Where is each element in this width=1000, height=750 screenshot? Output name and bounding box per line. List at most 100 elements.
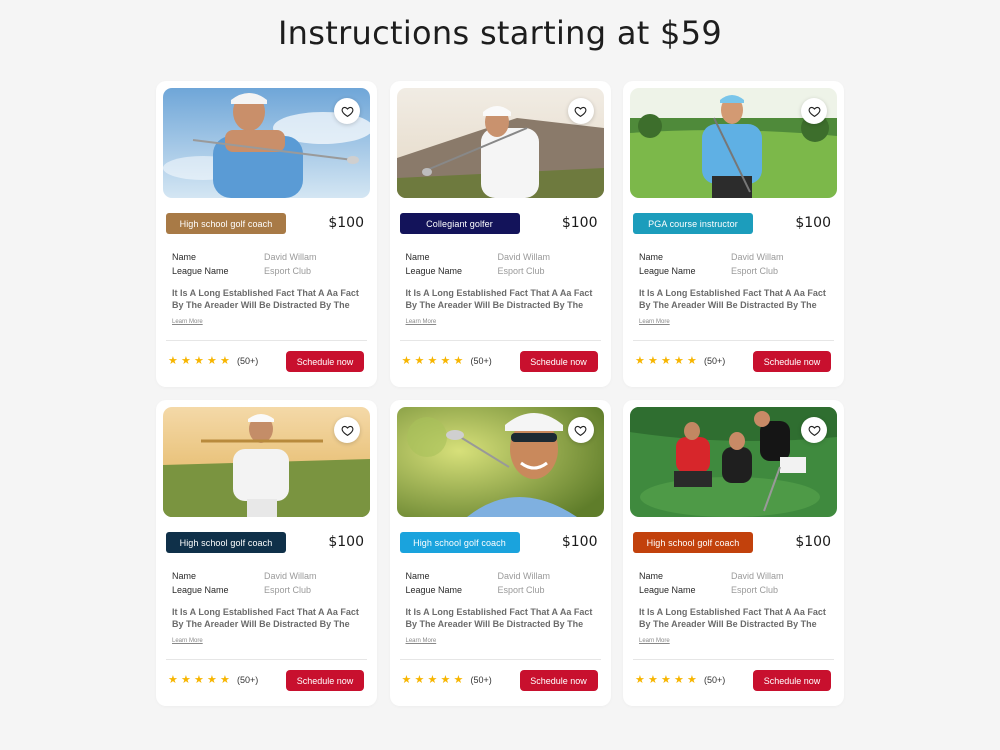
coach-type-badge: High school golf coach [166, 213, 286, 234]
star-icon: ★ [220, 673, 230, 686]
league-value: Esport Club [497, 266, 545, 276]
review-count: (50+) [470, 674, 492, 685]
schedule-button[interactable]: Schedule now [286, 670, 364, 691]
star-icon: ★ [414, 673, 425, 686]
review-count: (50+) [470, 355, 492, 366]
league-label: League Name [405, 266, 463, 276]
heart-icon [808, 106, 820, 117]
star-rating: ★ ★ ★ ★ ★ (50+) [402, 355, 492, 366]
star-icon: ★ [635, 354, 645, 367]
learn-more-link[interactable]: Learn More [406, 319, 437, 325]
price: $100 [561, 215, 598, 231]
coach-info: Name David Willam League Name Esport Club [406, 250, 596, 278]
coach-type-badge: High school golf coach [399, 532, 520, 553]
coach-photo [630, 88, 837, 198]
favorite-button[interactable] [567, 98, 594, 124]
name-label: Name [172, 252, 197, 262]
league-value: Esport Club [497, 585, 545, 595]
learn-more-link[interactable]: Learn More [172, 638, 203, 644]
description: It Is A Long Established Fact That A Aa … [639, 288, 826, 310]
divider [399, 659, 601, 660]
schedule-button[interactable]: Schedule now [753, 670, 831, 691]
schedule-button[interactable]: Schedule now [286, 351, 364, 372]
schedule-button[interactable]: Schedule now [519, 670, 598, 691]
coach-photo [163, 88, 370, 198]
league-value: Esport Club [731, 266, 779, 276]
star-rating: ★ ★ ★ ★ ★ (50+) [168, 355, 258, 366]
star-icon: ★ [453, 673, 464, 686]
description: It Is A Long Established Fact That A Aa … [405, 607, 593, 629]
coach-type-badge: PGA course instructor [633, 213, 753, 234]
star-rating: ★ ★ ★ ★ ★ (50+) [402, 674, 492, 685]
price: $100 [328, 215, 364, 231]
coach-card: Collegiant golfer $100 Name David Willam … [389, 81, 611, 387]
learn-more-link[interactable]: Learn More [172, 319, 203, 325]
name-value: David Willam [731, 252, 784, 262]
divider [633, 340, 834, 341]
star-icon: ★ [181, 673, 191, 686]
divider [166, 340, 367, 341]
divider [166, 659, 367, 660]
review-count: (50+) [237, 355, 259, 366]
coach-info: Name David Willam League Name Esport Club [406, 569, 596, 597]
coach-type-badge: High school golf coach [633, 532, 753, 553]
name-value: David Willam [264, 252, 317, 262]
coach-card: High school golf coach $100 Name David Wi… [623, 400, 844, 706]
league-value: Esport Club [264, 585, 312, 595]
learn-more-link[interactable]: Learn More [639, 319, 670, 325]
schedule-button[interactable]: Schedule now [519, 351, 598, 372]
description: It Is A Long Established Fact That A Aa … [172, 288, 359, 310]
price: $100 [795, 534, 831, 550]
star-rating: ★ ★ ★ ★ ★ (50+) [635, 355, 725, 366]
description: It Is A Long Established Fact That A Aa … [405, 288, 593, 310]
star-icon: ★ [661, 673, 671, 686]
review-count: (50+) [704, 355, 726, 366]
learn-more-link[interactable]: Learn More [639, 638, 670, 644]
coach-info: Name David Willam League Name Esport Club [639, 250, 829, 278]
star-icon: ★ [648, 673, 658, 686]
coach-type-badge: High school golf coach [166, 532, 286, 553]
star-icon: ★ [635, 673, 645, 686]
star-icon: ★ [181, 354, 191, 367]
star-icon: ★ [414, 354, 425, 367]
heart-icon [574, 106, 587, 117]
page-title: Instructions starting at $59 [277, 14, 723, 52]
favorite-button[interactable] [567, 417, 594, 443]
heart-icon [574, 425, 587, 436]
coach-card: High school golf coach $100 Name David Wi… [156, 400, 377, 706]
coach-photo [630, 407, 837, 517]
star-icon: ★ [661, 354, 671, 367]
coach-grid: High school golf coach $100 Name David Wi… [156, 81, 844, 706]
coach-info: Name David Willam League Name Esport Club [172, 569, 362, 597]
favorite-button[interactable] [801, 417, 827, 443]
star-icon: ★ [401, 673, 412, 686]
star-icon: ★ [401, 354, 412, 367]
star-icon: ★ [220, 354, 230, 367]
price: $100 [561, 534, 598, 550]
heart-icon [341, 106, 353, 117]
name-label: Name [639, 571, 664, 581]
league-label: League Name [639, 585, 696, 595]
coach-photo [396, 88, 604, 198]
coach-type-badge: Collegiant golfer [399, 213, 520, 234]
favorite-button[interactable] [334, 417, 360, 443]
name-value: David Willam [497, 252, 551, 262]
heart-icon [808, 425, 820, 436]
description: It Is A Long Established Fact That A Aa … [639, 607, 826, 629]
star-rating: ★ ★ ★ ★ ★ (50+) [635, 674, 725, 685]
star-icon: ★ [427, 354, 438, 367]
learn-more-link[interactable]: Learn More [406, 638, 437, 644]
star-icon: ★ [427, 673, 438, 686]
favorite-button[interactable] [801, 98, 827, 124]
name-value: David Willam [264, 571, 317, 581]
description: It Is A Long Established Fact That A Aa … [172, 607, 359, 629]
coach-card: PGA course instructor $100 Name David Wil… [623, 81, 844, 387]
coach-info: Name David Willam League Name Esport Club [172, 250, 362, 278]
coach-info: Name David Willam League Name Esport Club [639, 569, 829, 597]
league-label: League Name [639, 266, 696, 276]
schedule-button[interactable]: Schedule now [753, 351, 831, 372]
league-value: Esport Club [731, 585, 779, 595]
price: $100 [795, 215, 831, 231]
favorite-button[interactable] [334, 98, 360, 124]
star-rating: ★ ★ ★ ★ ★ (50+) [168, 674, 258, 685]
